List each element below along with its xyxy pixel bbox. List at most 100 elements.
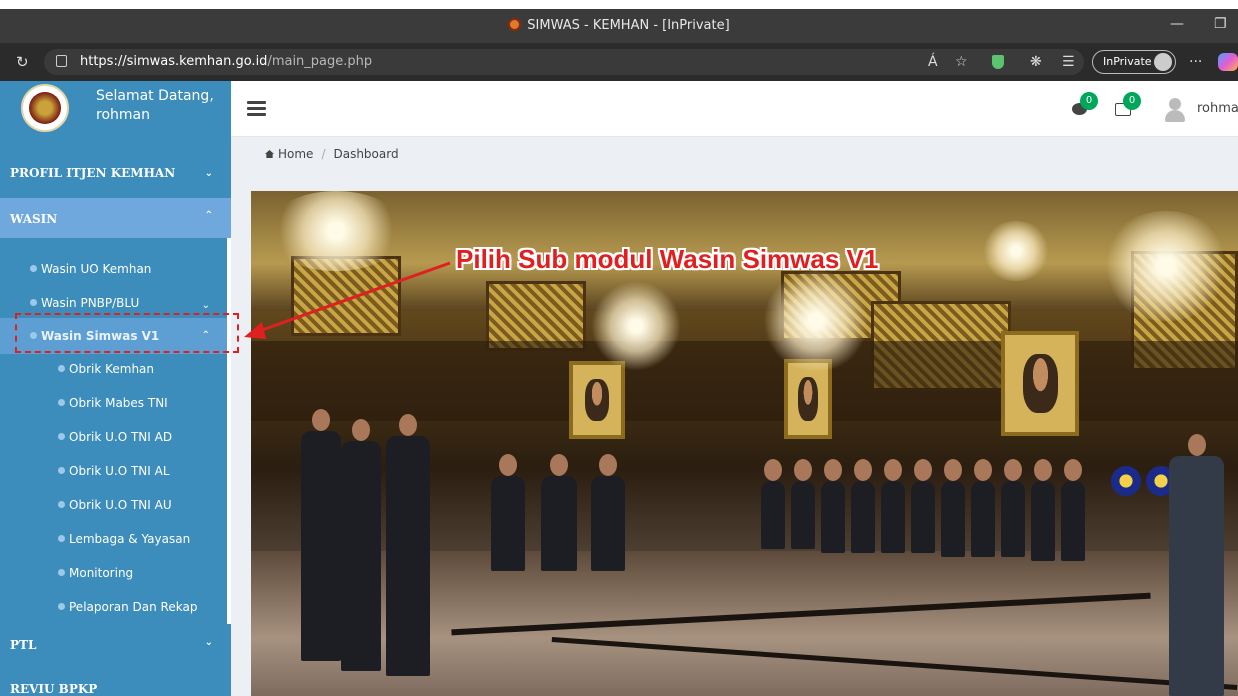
photo-person [881,459,905,553]
browser-toolbar: ↻ https://simwas.kemhan.go.id/main_page.… [0,43,1238,81]
top-header: 0 0 rohman [231,81,1238,137]
photo-person [821,459,845,553]
header-username[interactable]: rohman [1197,101,1238,116]
chevron-up-icon: ⌃ [204,210,213,221]
breadcrumb-home[interactable]: Home [278,147,313,161]
photo-person [791,459,815,549]
hamburger-menu-icon[interactable] [247,101,266,117]
photo-emblem [1111,466,1141,496]
copilot-icon[interactable] [1218,53,1238,71]
photo-portrait [784,359,832,439]
messages-badge: 0 [1080,92,1098,110]
url-path: /main_page.php [267,54,373,69]
photo-chandelier [591,281,681,371]
mail-icon[interactable]: 0 [1115,92,1141,117]
submenu-label: Obrik Kemhan [69,362,155,376]
photo-portrait [569,361,625,439]
menu-wasin[interactable]: WASIN ⌃ [0,198,231,238]
submenu-obrik-mabes-tni[interactable]: Obrik Mabes TNI [0,392,228,416]
photo-person [1031,459,1055,561]
submenu-obrik-uo-tni-ad[interactable]: Obrik U.O TNI AD [0,426,228,450]
submenu-label: Obrik U.O TNI AD [69,430,173,444]
bullet-icon [58,535,65,542]
photo-person [761,459,785,549]
chevron-down-icon: ⌄ [201,300,210,311]
breadcrumb: Home / Dashboard [265,147,399,161]
annotation-highlight-box [15,313,239,353]
menu-profil-itjen[interactable]: PROFIL ITJEN KEMHAN ⌄ [0,156,231,196]
menu-ptl-label: PTL [10,638,37,652]
photo-person [1169,434,1224,696]
top-strip [0,0,1238,9]
home-icon [265,150,274,158]
photo-person [386,414,430,676]
menu-ptl[interactable]: PTL ⌄ [0,624,231,664]
inprivate-label: InPrivate [1103,55,1152,68]
submenu-label: Pelaporan Dan Rekap [69,600,198,614]
bullet-icon [30,265,37,272]
reload-icon[interactable]: ↻ [16,53,29,71]
menu-wasin-label: WASIN [10,212,58,226]
photo-portrait [1001,331,1079,436]
favorites-icon[interactable]: ☰ [1062,54,1075,70]
welcome-username: rohman [96,107,150,123]
more-menu-icon[interactable]: ··· [1189,54,1202,70]
restore-icon[interactable]: ❐ [1214,16,1227,32]
submenu-obrik-kemhan[interactable]: Obrik Kemhan [0,358,228,382]
photo-chandelier [761,271,871,371]
user-avatar-icon[interactable] [1164,98,1186,122]
bullet-icon [58,467,65,474]
photo-person [941,459,965,557]
submenu-obrik-uo-tni-al[interactable]: Obrik U.O TNI AL [0,460,228,484]
bullet-icon [58,603,65,610]
read-aloud-icon[interactable]: Á [928,54,938,70]
breadcrumb-current: Dashboard [333,147,399,161]
window-title: SIMWAS - KEMHAN - [InPrivate] [0,18,1238,33]
shield-extension-icon[interactable] [992,55,1004,69]
menu-reviu-bpkp[interactable]: REVIU BPKP [0,678,231,696]
photo-person [1061,459,1085,561]
menu-profil-label: PROFIL ITJEN KEMHAN [10,166,176,180]
main-content: Home / Dashboard [231,137,1238,696]
submenu-label: Monitoring [69,566,134,580]
wasin-submenu: Wasin UO Kemhan Wasin PNBP/BLU ⌄ Wasin S… [0,238,231,625]
bullet-icon [58,501,65,508]
submenu-wasin-uo-kemhan[interactable]: Wasin UO Kemhan [0,256,228,282]
chevron-down-icon: ⌄ [204,168,213,179]
bullet-icon [58,399,65,406]
minimize-icon[interactable]: — [1170,16,1184,32]
photo-person [341,419,381,671]
welcome-text: Selamat Datang, rohman [96,87,214,125]
submenu-label: Wasin UO Kemhan [41,262,152,276]
submenu-lembaga-yayasan[interactable]: Lembaga & Yayasan [0,528,228,552]
submenu-obrik-uo-tni-au[interactable]: Obrik U.O TNI AU [0,494,228,518]
site-favicon-icon [508,18,522,31]
lock-icon [56,55,67,67]
extensions-icon[interactable]: ❋ [1030,54,1042,70]
inprivate-button[interactable]: InPrivate [1092,50,1176,74]
messages-icon[interactable]: 0 [1072,92,1098,117]
bullet-icon [58,569,65,576]
photo-person [851,459,875,553]
photo-chandelier [981,221,1051,281]
submenu-label: Lembaga & Yayasan [69,532,191,546]
submenu-monitoring[interactable]: Monitoring [0,562,228,586]
photo-person [301,409,341,661]
sidebar: Selamat Datang, rohman PROFIL ITJEN KEMH… [0,81,231,696]
profile-avatar-icon [1154,53,1172,71]
photo-person [591,454,625,571]
kemhan-logo [21,84,69,132]
menu-reviu-label: REVIU BPKP [10,682,98,696]
url-host: https://simwas.kemhan.go.id [80,54,268,69]
chevron-down-icon: ⌄ [204,637,213,648]
photo-chandelier [1101,211,1231,321]
submenu-pelaporan-rekap[interactable]: Pelaporan Dan Rekap [0,596,228,620]
submenu-label: Obrik U.O TNI AL [69,464,170,478]
favorite-star-icon[interactable]: ☆ [955,54,968,70]
breadcrumb-separator: / [321,147,326,161]
window-title-text: SIMWAS - KEMHAN - [InPrivate] [527,18,730,33]
photo-wall-shadow [251,341,1238,421]
submenu-label: Obrik U.O TNI AU [69,498,172,512]
photo-person [971,459,995,557]
photo-person [1001,459,1025,557]
